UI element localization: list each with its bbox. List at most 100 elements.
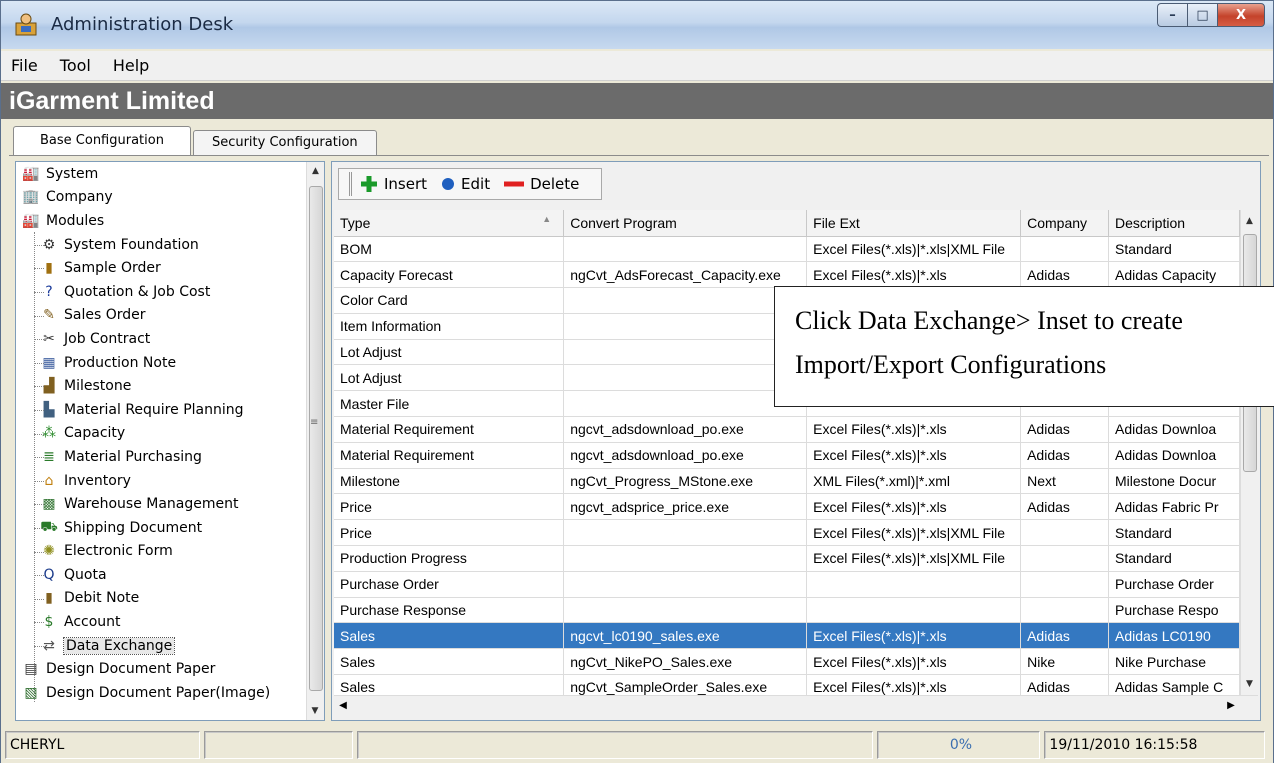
table-cell[interactable]: Capacity Forecast xyxy=(334,261,565,289)
table-cell[interactable]: Price xyxy=(334,493,565,521)
column-header[interactable]: File Ext xyxy=(806,210,1022,237)
table-row[interactable]: Capacity Forecast ngCvt_AdsForecast_Capac… xyxy=(334,261,1240,289)
table-cell[interactable]: Adidas Sample C xyxy=(1108,674,1240,695)
tree-item[interactable]: 🏭 System xyxy=(16,162,306,186)
tree-item[interactable]: ⛟ Shipping Document xyxy=(16,516,306,540)
tree-item[interactable]: ▩ Warehouse Management xyxy=(16,492,306,516)
table-cell[interactable]: ngCvt_SampleOrder_Sales.exe xyxy=(563,674,808,695)
tree-item[interactable]: ▟ Milestone xyxy=(16,374,306,398)
tab-base-configuration[interactable]: Base Configuration xyxy=(13,126,191,156)
table-cell[interactable]: Adidas LC0190 xyxy=(1108,622,1240,650)
table-cell[interactable]: XML Files(*.xml)|*.xml xyxy=(806,468,1022,495)
table-cell[interactable]: Adidas xyxy=(1020,493,1110,521)
tree-item[interactable]: ✂ Job Contract xyxy=(16,327,306,351)
table-cell[interactable]: ngcvt_adsdownload_po.exe xyxy=(563,416,808,443)
table-cell[interactable]: Sales xyxy=(334,648,565,676)
table-cell[interactable]: Excel Files(*.xls)|*.xls xyxy=(806,261,1022,289)
table-cell[interactable]: ngcvt_adsdownload_po.exe xyxy=(563,442,808,469)
table-cell[interactable]: Purchase Order xyxy=(334,571,565,598)
table-cell[interactable] xyxy=(1020,545,1110,572)
column-header[interactable]: Description xyxy=(1108,210,1240,237)
table-cell[interactable]: Excel Files(*.xls)|*.xls xyxy=(806,622,1022,650)
table-cell[interactable]: Sales xyxy=(334,674,565,695)
table-cell[interactable]: Next xyxy=(1020,468,1110,495)
close-button[interactable]: X xyxy=(1217,3,1265,27)
table-row[interactable]: BOM Excel Files(*.xls)|*.xls|XML File Stan… xyxy=(334,236,1240,263)
table-cell[interactable] xyxy=(563,390,808,418)
tree-item[interactable]: ✺ Electronic Form xyxy=(16,540,306,564)
scroll-up-icon[interactable]: ▲ xyxy=(1241,210,1258,232)
maximize-button[interactable]: □ xyxy=(1187,3,1217,27)
tree-item[interactable]: ⚙ System Foundation xyxy=(16,233,306,257)
scroll-down-icon[interactable]: ▼ xyxy=(307,702,323,720)
table-cell[interactable] xyxy=(1020,519,1110,547)
table-cell[interactable]: Nike xyxy=(1020,648,1110,676)
tree-item[interactable]: ✎ Sales Order xyxy=(16,304,306,328)
table-cell[interactable]: Sales xyxy=(334,622,565,650)
tree-item[interactable]: ⁂ Capacity xyxy=(16,422,306,446)
table-row[interactable]: Purchase Response Purchase Respo xyxy=(334,597,1240,624)
table-cell[interactable]: Excel Files(*.xls)|*.xls|XML File xyxy=(806,545,1022,572)
table-cell[interactable]: Standard xyxy=(1108,519,1240,547)
tree-item[interactable]: $ Account xyxy=(16,610,306,634)
tree-item[interactable]: ▮ Sample Order xyxy=(16,256,306,280)
table-cell[interactable] xyxy=(1020,597,1110,624)
table-cell[interactable]: Adidas xyxy=(1020,261,1110,289)
table-cell[interactable]: Milestone Docur xyxy=(1108,468,1240,495)
tree-item[interactable]: ▙ Material Require Planning xyxy=(16,398,306,422)
menu-file[interactable]: File xyxy=(7,54,42,77)
table-cell[interactable]: Adidas Fabric Pr xyxy=(1108,493,1240,521)
table-cell[interactable]: Milestone xyxy=(334,468,565,495)
table-row[interactable]: Material Requirement ngcvt_adsdownload_po… xyxy=(334,442,1240,469)
tree-item[interactable]: ▤ Design Document Paper xyxy=(16,657,306,681)
tree-item[interactable]: ? Quotation & Job Cost xyxy=(16,280,306,304)
table-cell[interactable] xyxy=(563,236,808,263)
minimize-button[interactable]: – xyxy=(1157,3,1187,27)
tree-item[interactable]: ▧ Design Document Paper(Image) xyxy=(16,681,306,705)
table-row[interactable]: Milestone ngCvt_Progress_MStone.exe XML Fi… xyxy=(334,468,1240,495)
table-cell[interactable] xyxy=(806,571,1022,598)
table-cell[interactable]: Adidas xyxy=(1020,416,1110,443)
table-cell[interactable]: Adidas Downloa xyxy=(1108,442,1240,469)
table-cell[interactable]: Lot Adjust xyxy=(334,339,565,366)
menu-help[interactable]: Help xyxy=(109,54,153,77)
table-cell[interactable]: Purchase Respo xyxy=(1108,597,1240,624)
table-row[interactable]: Material Requirement ngcvt_adsdownload_po… xyxy=(334,416,1240,443)
table-cell[interactable]: Item Information xyxy=(334,313,565,340)
table-cell[interactable] xyxy=(1020,236,1110,263)
table-cell[interactable]: Production Progress xyxy=(334,545,565,572)
table-row[interactable]: Sales ngCvt_NikePO_Sales.exe Excel Files(*… xyxy=(334,648,1240,676)
scroll-left-icon[interactable]: ◀ xyxy=(334,696,352,716)
table-cell[interactable] xyxy=(563,571,808,598)
column-header[interactable]: Type ▲ xyxy=(334,210,565,237)
edit-button[interactable]: Edit xyxy=(441,175,490,193)
table-cell[interactable]: Nike Purchase xyxy=(1108,648,1240,676)
table-cell[interactable]: Master File xyxy=(334,390,565,418)
table-cell[interactable]: Material Requirement xyxy=(334,442,565,469)
table-cell[interactable]: BOM xyxy=(334,236,565,263)
column-header[interactable]: Company xyxy=(1020,210,1110,237)
table-cell[interactable]: Adidas xyxy=(1020,622,1110,650)
table-row[interactable]: Production Progress Excel Files(*.xls)|*.… xyxy=(334,545,1240,572)
table-cell[interactable]: ngcvt_adsprice_price.exe xyxy=(563,493,808,521)
table-row[interactable]: Sales ngCvt_SampleOrder_Sales.exe Excel Fi… xyxy=(334,674,1240,695)
table-cell[interactable] xyxy=(1020,571,1110,598)
insert-button[interactable]: Insert xyxy=(360,175,427,193)
menu-tool[interactable]: Tool xyxy=(56,54,95,77)
table-cell[interactable] xyxy=(563,597,808,624)
tree-scroll-thumb[interactable] xyxy=(309,186,323,691)
grid-vertical-scrollbar[interactable]: ▲ ▼ xyxy=(1240,210,1258,695)
table-cell[interactable] xyxy=(563,287,808,314)
table-cell[interactable]: Excel Files(*.xls)|*.xls xyxy=(806,674,1022,695)
column-header[interactable]: Convert Program xyxy=(563,210,808,237)
title-bar[interactable]: Administration Desk – □ X xyxy=(1,1,1273,49)
table-cell[interactable]: Excel Files(*.xls)|*.xls|XML File xyxy=(806,519,1022,547)
table-cell[interactable]: Adidas xyxy=(1020,442,1110,469)
tree-scrollbar[interactable]: ▲ ≡ ▼ xyxy=(306,162,324,720)
table-cell[interactable]: ngCvt_Progress_MStone.exe xyxy=(563,468,808,495)
tree-item[interactable]: ⌂ Inventory xyxy=(16,469,306,493)
tree-item[interactable]: ≣ Material Purchasing xyxy=(16,445,306,469)
table-cell[interactable]: Excel Files(*.xls)|*.xls|XML File xyxy=(806,236,1022,263)
table-cell[interactable]: Standard xyxy=(1108,545,1240,572)
table-row[interactable]: Purchase Order Purchase Order xyxy=(334,571,1240,598)
